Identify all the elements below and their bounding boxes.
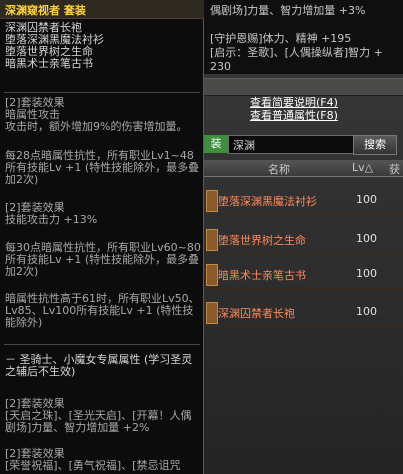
table-header: 名称 Lv△ 获: [204, 160, 403, 177]
tip-line: [启示：圣歌]、[人偶操纵者]智力 +: [210, 46, 383, 59]
effect-block: [2]套装效果 暗属性攻击 攻击时，额外增加9%的伤害增加量。: [5, 97, 201, 133]
effect-line: 每30点暗属性抗性，所有职业Lv60~80所有技能Lv +1 (特性技能除外，最…: [5, 241, 201, 278]
item-name: 暗黑术士亲笔古书: [218, 269, 306, 282]
item-icon: [206, 190, 218, 212]
divider: [4, 344, 200, 345]
item-level: 100: [356, 232, 377, 245]
special-note: － 圣骑士、小魔女专属属性 (学习圣灵之辅后不生效): [5, 353, 193, 378]
name-column-header[interactable]: 名称: [268, 161, 290, 177]
effect-line: 暗属性抗性高于61时，所有职业Lv50、Lv85、Lv100所有技能Lv +1 …: [5, 292, 200, 329]
table-row[interactable]: 暗黑术士亲笔古书 100: [204, 260, 403, 289]
tip-line: [210, 18, 397, 32]
level-column-header[interactable]: Lv△: [352, 161, 373, 174]
effect-line: 技能攻击力 +13%: [5, 213, 98, 226]
divider: [4, 92, 200, 93]
effect-line: [天启之珠]、[圣光天启]、[开幕！人偶剧场]力量、智力增加量 +2%: [5, 409, 192, 434]
effect-line: 攻击时，额外增加9%的伤害增加量。: [5, 120, 188, 133]
table-row[interactable]: 堕落深渊黑魔法衬衫 100: [204, 186, 403, 215]
item-level: 100: [356, 193, 377, 206]
set-item: 暗黑术士亲笔古书: [5, 57, 93, 70]
tooltip-title-bar: 深渊窥视者 套装: [0, 0, 204, 19]
background-tab-bar: [200, 78, 403, 96]
item-icon: [206, 229, 218, 251]
search-row: 装 搜索: [200, 135, 403, 155]
special-attribute: － 圣骑士、小魔女专属属性 (学习圣灵之辅后不生效): [5, 354, 201, 378]
table-row[interactable]: 堕落世界树之生命 100: [204, 225, 403, 254]
tip-line: 230: [210, 60, 231, 73]
effect-block: [2]套装效果 技能攻击力 +13%: [5, 202, 201, 226]
item-name: 堕落深渊黑魔法衬衫: [218, 195, 317, 208]
search-button[interactable]: 搜索: [353, 135, 397, 155]
effect-block: 每28点暗属性抗性，所有职业Lv1~48所有技能Lv +1 (特性技能除外，最多…: [5, 150, 201, 186]
set-item-list: 深渊囚禁者长袍 堕落深渊黑魔法衬衫 堕落世界树之生命 暗黑术士亲笔古书: [5, 22, 201, 70]
effect-line: [荣誉祝福]、[勇气祝福]、[禁忌诅咒: [5, 459, 181, 472]
item-level: 100: [356, 267, 377, 280]
brief-description-link[interactable]: 查看简要说明(F4): [250, 96, 338, 109]
set-tooltip: 深渊窥视者 套装 深渊囚禁者长袍 堕落深渊黑魔法衬衫 堕落世界树之生命 暗黑术士…: [0, 0, 204, 474]
help-links: 查看简要说明(F4) 查看普通属性(F8): [250, 96, 338, 122]
effect-block: [2]套装效果 [天启之珠]、[圣光天启]、[开幕！人偶剧场]力量、智力增加量 …: [5, 398, 201, 434]
item-icon: [206, 302, 218, 324]
item-name: 堕落世界树之生命: [218, 234, 306, 247]
item-name: 深渊囚禁者长袍: [218, 307, 295, 320]
item-icon: [206, 264, 218, 286]
tip-line: [守护恩赐]体力、精神 +195: [210, 32, 352, 45]
normal-attributes-link[interactable]: 查看普通属性(F8): [250, 109, 338, 122]
set-title: 深渊窥视者 套装: [5, 4, 86, 17]
extra-column-header[interactable]: 获: [389, 161, 400, 177]
effect-block: 每30点暗属性抗性，所有职业Lv60~80所有技能Lv +1 (特性技能除外，最…: [5, 242, 201, 278]
tip-line: 偶剧场]力量、智力增加量 +3%: [210, 4, 366, 17]
item-level: 100: [356, 305, 377, 318]
search-input[interactable]: [228, 135, 358, 154]
effect-block: [2]套装效果 [荣誉祝福]、[勇气祝福]、[禁忌诅咒: [5, 448, 201, 472]
effect-block: 暗属性抗性高于61时，所有职业Lv50、Lv85、Lv100所有技能Lv +1 …: [5, 293, 201, 329]
tooltip-continuation: 偶剧场]力量、智力增加量 +3% [守护恩赐]体力、精神 +195 [启示：圣歌…: [204, 0, 403, 74]
table-row[interactable]: 深渊囚禁者长袍 100: [204, 298, 403, 327]
effect-line: 每28点暗属性抗性，所有职业Lv1~48所有技能Lv +1 (特性技能除外，最多…: [5, 149, 200, 186]
category-tag[interactable]: 装: [204, 135, 228, 153]
